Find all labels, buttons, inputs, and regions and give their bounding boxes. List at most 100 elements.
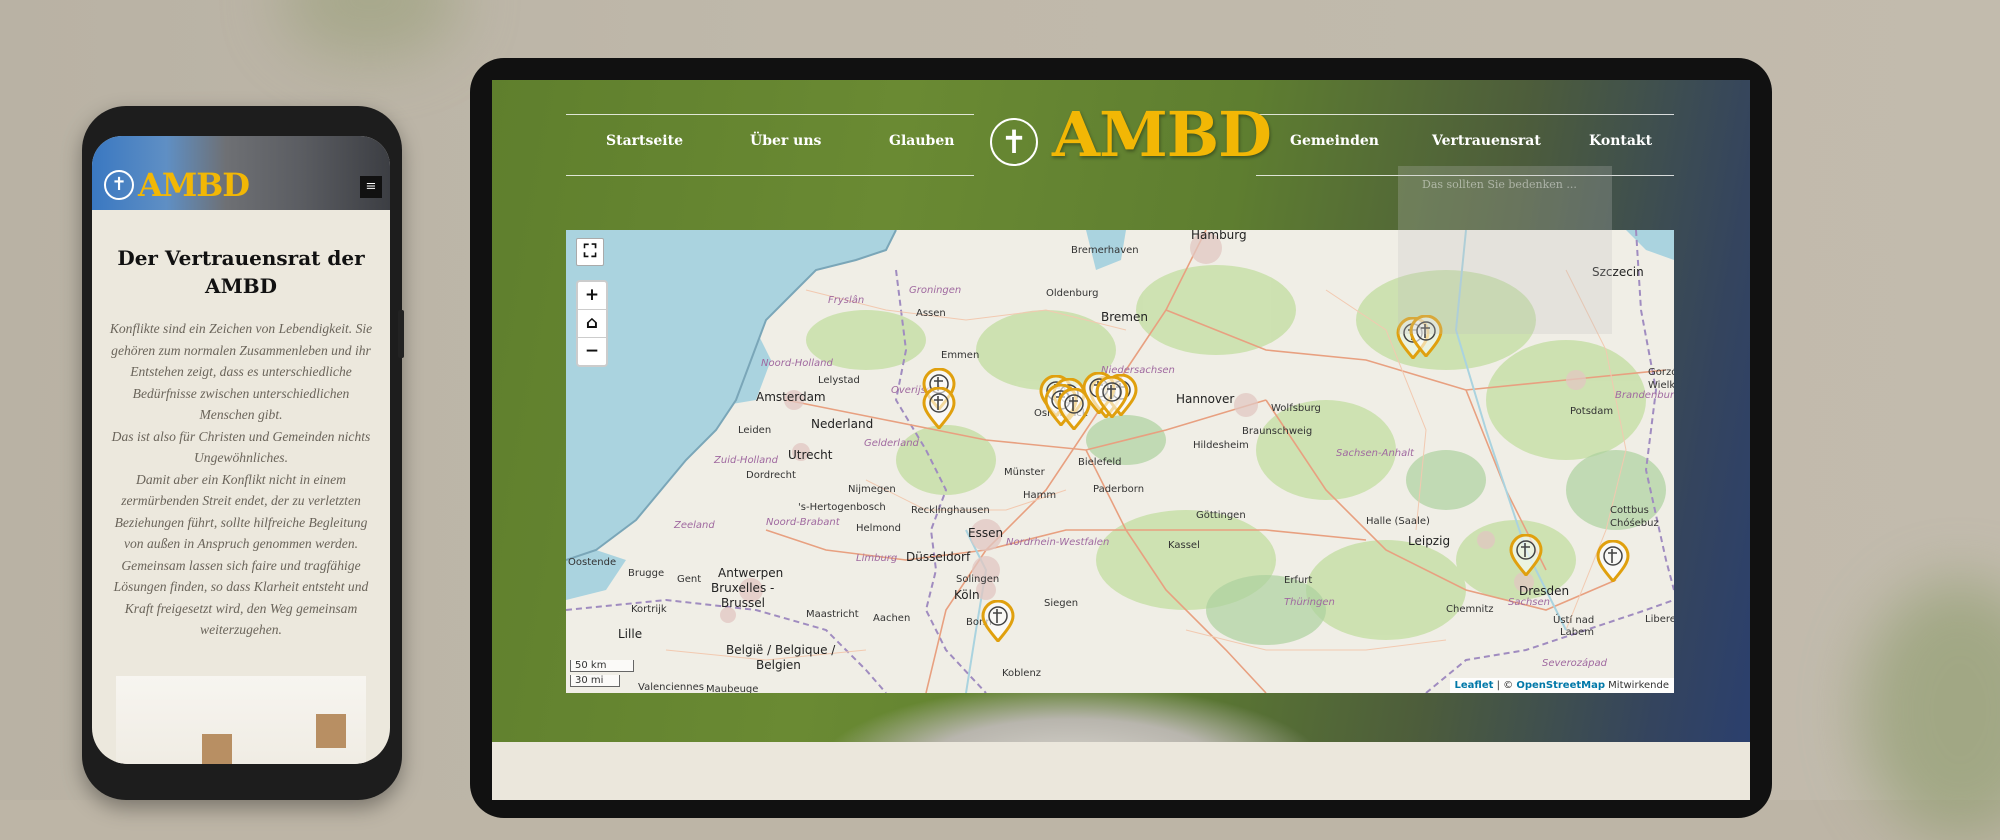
city-label: Gent [677, 574, 702, 585]
city-label: Utrecht [788, 448, 833, 462]
city-label: Sachsen [1508, 597, 1551, 608]
city-label: Potsdam [1570, 406, 1614, 417]
city-label: Maastricht [806, 609, 859, 620]
city-label: Liberec [1645, 614, 1674, 625]
phone-side-button [398, 310, 404, 358]
city-label: Severozápad [1542, 658, 1607, 669]
city-label: Labem [1560, 627, 1594, 638]
city-label: Noord-Holland [761, 358, 833, 369]
zoom-out-button[interactable]: − [578, 338, 606, 365]
city-label: Braunschweig [1242, 426, 1313, 437]
city-label: Leiden [738, 425, 772, 436]
dropdown-overlay: Das sollten Sie bedenken ... [1398, 166, 1612, 334]
city-label: Essen [968, 526, 1004, 540]
scale-mi: 30 mi [570, 675, 620, 687]
city-label: Antwerpen [718, 566, 784, 580]
city-label: Gelderland [864, 438, 919, 449]
city-label: Bremerhaven [1071, 245, 1139, 256]
intro-paragraph: Konflikte sind ein Zeichen von Lebendigk… [109, 321, 373, 422]
city-label: Bruxelles - [711, 581, 775, 595]
city-label: Fryslân [828, 295, 865, 306]
intro-paragraph: Gemeinsam lassen sich faire und tragfähi… [113, 557, 369, 638]
city-label: Nederland [811, 417, 874, 431]
city-label: 's-Hertogenbosch [798, 502, 886, 513]
city-label: Dordrecht [746, 470, 796, 481]
city-label: Maubeuge [706, 684, 759, 693]
city-label: Lille [618, 627, 643, 641]
attribution-suffix: Mitwirkende [1605, 680, 1669, 691]
home-icon[interactable]: ⌂ [578, 310, 606, 338]
city-label: Wolfsburg [1271, 403, 1321, 414]
zoom-controls: + ⌂ − [576, 280, 608, 367]
map-attribution: Leaflet | © OpenStreetMap Mitwirkende [1449, 678, 1674, 693]
church-marker-icon[interactable] [922, 387, 956, 429]
dropdown-hint[interactable]: Das sollten Sie bedenken ... [1422, 178, 1577, 191]
city-label: Sachsen-Anhalt [1336, 448, 1414, 459]
nav-glauben[interactable]: Glauben [889, 133, 954, 149]
city-label: Brugge [628, 568, 665, 579]
city-label: Münster [1004, 467, 1045, 478]
city-label: Gorzów [1648, 367, 1674, 378]
city-label: Kassel [1168, 540, 1200, 551]
city-label: Zeeland [674, 520, 715, 531]
city-label: Paderborn [1093, 484, 1145, 495]
cross-logo-icon[interactable]: ✝ [990, 118, 1038, 166]
city-label: Lelystad [818, 375, 860, 386]
leaflet-link[interactable]: Leaflet [1455, 680, 1494, 691]
city-label: Bielefeld [1078, 457, 1122, 468]
church-marker-icon[interactable] [1509, 534, 1543, 576]
hamburger-menu-icon[interactable]: ≡ [360, 176, 382, 198]
city-label: Göttingen [1196, 510, 1246, 521]
cross-logo-icon[interactable]: ✝ [104, 170, 134, 200]
city-label: Ústí nad [1553, 615, 1595, 626]
city-label: Chóśebuz [1610, 518, 1659, 529]
city-label: Thüringen [1284, 597, 1335, 608]
city-label: Assen [916, 308, 946, 319]
content-area [492, 742, 1750, 800]
city-label: Helmond [856, 523, 901, 534]
nav-gemeinden[interactable]: Gemeinden [1290, 133, 1379, 149]
phone-brand[interactable]: AMBD [138, 166, 250, 204]
nav-ueber-uns[interactable]: Über uns [750, 133, 821, 149]
scale-km: 50 km [570, 660, 634, 672]
city-label: Emmen [941, 350, 980, 361]
city-label: Erfurt [1284, 575, 1313, 586]
city-label: Kortrijk [631, 604, 667, 615]
city-label: Limburg [856, 553, 898, 564]
city-label: Köln [954, 588, 980, 602]
church-marker-icon[interactable] [1596, 540, 1630, 582]
city-label: Groningen [909, 285, 962, 296]
phone-screen: ✝ AMBD ≡ Der Vertrauensrat der AMBD Konf… [92, 136, 390, 764]
intro-paragraph: Damit aber ein Konflikt nicht in einem z… [114, 471, 368, 552]
nav-startseite[interactable]: Startseite [606, 133, 683, 149]
osm-link[interactable]: OpenStreetMap [1516, 680, 1605, 691]
phone-header: ✝ AMBD ≡ [92, 136, 390, 210]
city-label: Oostende [568, 557, 617, 568]
city-label: Leipzig [1408, 534, 1451, 548]
city-label: Nijmegen [848, 484, 896, 495]
zoom-in-button[interactable]: + [578, 282, 606, 310]
site-brand[interactable]: AMBD [1052, 98, 1272, 171]
city-label: Siegen [1044, 598, 1079, 609]
city-label: Chemnitz [1446, 604, 1494, 615]
nav-vertrauensrat[interactable]: Vertrauensrat [1432, 133, 1541, 149]
church-marker-icon[interactable] [1095, 376, 1129, 418]
phone-mockup: ✝ AMBD ≡ Der Vertrauensrat der AMBD Konf… [82, 106, 402, 800]
city-label: Koblenz [1002, 668, 1042, 679]
city-label: Hamm [1023, 490, 1057, 501]
city-label: Bremen [1101, 310, 1148, 324]
city-label: Wielkopolska [1648, 380, 1674, 391]
city-label: België / Belgique / [726, 643, 836, 657]
city-label: Valenciennes [638, 682, 704, 693]
church-marker-icon[interactable] [981, 600, 1015, 642]
city-label: Hildesheim [1193, 440, 1249, 451]
city-label: Belgien [756, 658, 801, 672]
attribution-separator: | © [1493, 680, 1517, 691]
city-label: Solingen [956, 574, 1000, 585]
content-image [116, 676, 366, 764]
laptop-screen: Startseite Über uns Glauben ✝ AMBD Gemei… [492, 80, 1750, 800]
page-title: Der Vertrauensrat der AMBD [117, 246, 365, 298]
fullscreen-icon[interactable]: ⛶ [576, 238, 604, 266]
nav-kontakt[interactable]: Kontakt [1589, 133, 1652, 149]
intro-text: Konflikte sind ein Zeichen von Lebendigk… [106, 318, 376, 641]
